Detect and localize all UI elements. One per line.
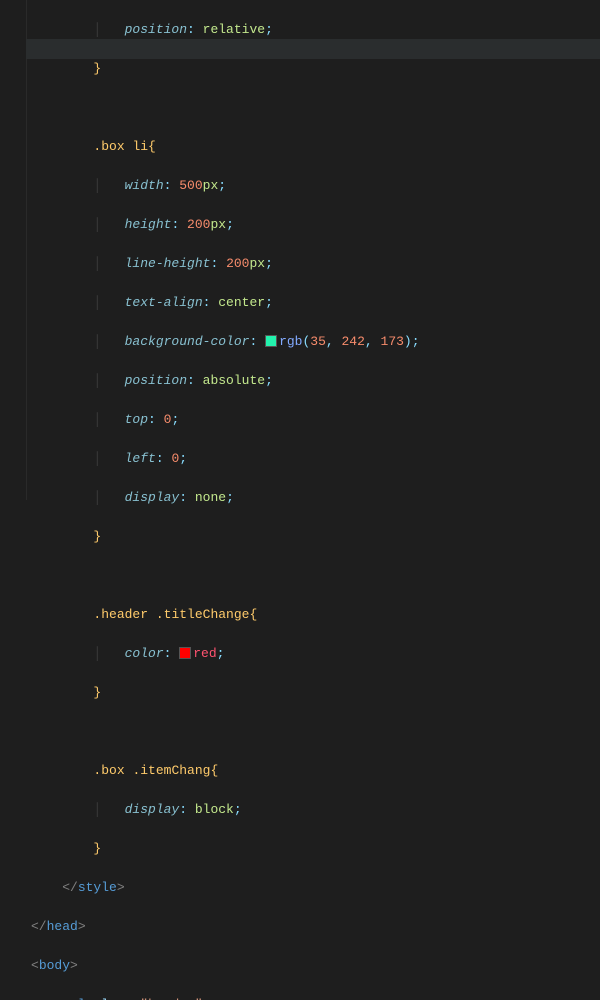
code-line[interactable]: │ width: 500px; xyxy=(31,176,600,196)
css-property: position xyxy=(125,22,187,37)
code-line[interactable]: <ul class="header"> xyxy=(31,995,600,1000)
code-line[interactable]: │ display: none; xyxy=(31,488,600,508)
code-line[interactable]: } xyxy=(31,683,600,703)
code-line[interactable] xyxy=(31,98,600,118)
css-selector: li xyxy=(132,139,148,154)
code-line[interactable]: │ left: 0; xyxy=(31,449,600,469)
code-line[interactable]: .box .itemChang{ xyxy=(31,761,600,781)
code-line[interactable]: } xyxy=(31,59,600,79)
css-property: width xyxy=(125,178,164,193)
code-line[interactable]: │ display: block; xyxy=(31,800,600,820)
code-line[interactable]: │ text-align: center; xyxy=(31,293,600,313)
code-editor[interactable]: │ position: relative; } .box li{ │ width… xyxy=(0,0,600,500)
code-line[interactable]: │ position: absolute; xyxy=(31,371,600,391)
code-line[interactable]: </style> xyxy=(31,878,600,898)
code-line[interactable]: │ height: 200px; xyxy=(31,215,600,235)
code-line[interactable] xyxy=(31,722,600,742)
code-line[interactable]: <body> xyxy=(31,956,600,976)
code-line[interactable]: .box li{ xyxy=(31,137,600,157)
code-line[interactable]: </head> xyxy=(31,917,600,937)
code-line[interactable]: │ top: 0; xyxy=(31,410,600,430)
code-line[interactable]: } xyxy=(31,527,600,547)
gutter xyxy=(0,0,27,500)
code-line[interactable]: } xyxy=(31,839,600,859)
code-line[interactable]: │ color: red; xyxy=(31,644,600,664)
code-line[interactable]: │ line-height: 200px; xyxy=(31,254,600,274)
color-swatch-icon xyxy=(265,335,277,347)
css-value: relative xyxy=(203,22,265,37)
code-line[interactable]: .header .titleChange{ xyxy=(31,605,600,625)
code-area[interactable]: │ position: relative; } .box li{ │ width… xyxy=(27,0,600,500)
css-number: 500 xyxy=(179,178,202,193)
code-line[interactable] xyxy=(31,566,600,586)
code-line[interactable]: │ background-color: rgb(35, 242, 173); xyxy=(31,332,600,352)
code-line[interactable]: │ position: relative; xyxy=(31,20,600,40)
css-selector: .box xyxy=(93,139,132,154)
color-swatch-icon xyxy=(179,647,191,659)
